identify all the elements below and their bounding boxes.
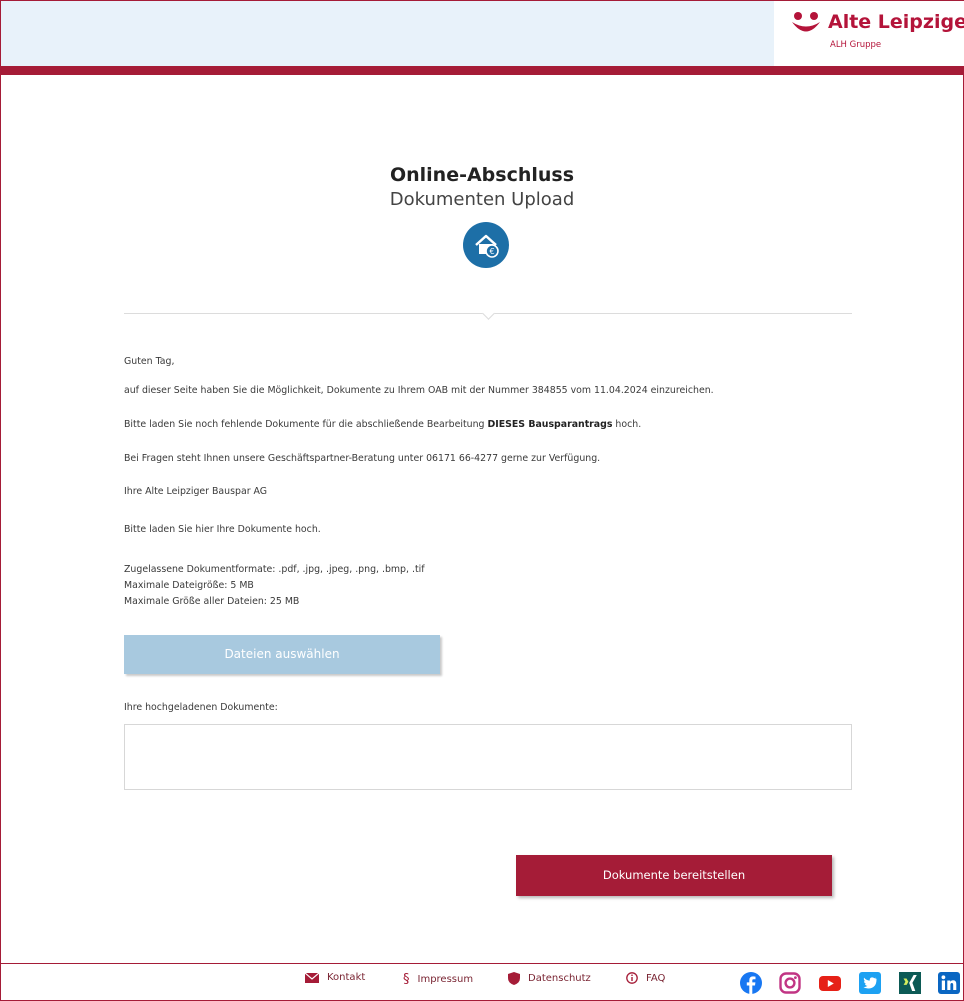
contact-text: Bei Fragen steht Ihnen unsere Geschäftsp… xyxy=(124,453,601,464)
brand-logo[interactable]: Alte Leipziger ALH Gruppe xyxy=(774,1,964,66)
info-icon xyxy=(626,972,638,984)
missing-docs-text: Bitte laden Sie noch fehlende Dokumente … xyxy=(124,419,642,430)
paragraph-icon: § xyxy=(403,972,410,987)
footer-link-impressum[interactable]: § Impressum xyxy=(403,972,473,987)
linkedin-icon[interactable] xyxy=(938,972,960,994)
header-accent-bar xyxy=(1,66,963,75)
page-title: Online-Abschluss xyxy=(389,164,575,186)
uploaded-docs-label: Ihre hochgeladenen Dokumente: xyxy=(124,702,278,713)
allowed-formats-text: Zugelassene Dokumentformate: .pdf, .jpg,… xyxy=(124,564,425,575)
svg-text:€: € xyxy=(489,247,494,256)
footer-link-datenschutz[interactable]: Datenschutz xyxy=(508,972,591,985)
twitter-icon[interactable] xyxy=(859,972,881,994)
footer-divider xyxy=(1,963,963,964)
select-files-button[interactable]: Dateien auswählen xyxy=(124,635,440,674)
greeting-text: Guten Tag, xyxy=(124,356,175,367)
youtube-icon[interactable] xyxy=(819,972,841,994)
footer-link-kontakt[interactable]: Kontakt xyxy=(305,972,365,983)
page-frame xyxy=(0,0,964,1001)
submit-documents-button[interactable]: Dokumente bereitstellen xyxy=(516,855,832,896)
upload-prompt-text: Bitte laden Sie hier Ihre Dokumente hoch… xyxy=(124,524,321,535)
max-total-size-text: Maximale Größe aller Dateien: 25 MB xyxy=(124,596,300,607)
intro-text: auf dieser Seite haben Sie die Möglichke… xyxy=(124,385,714,396)
mail-icon xyxy=(305,972,319,983)
brand-group: ALH Gruppe xyxy=(830,40,882,50)
page-subtitle: Dokumenten Upload xyxy=(389,189,575,210)
alte-leipziger-logo-icon xyxy=(792,12,820,32)
max-file-size-text: Maximale Dateigröße: 5 MB xyxy=(124,580,254,591)
uploaded-docs-list[interactable] xyxy=(124,724,852,790)
facebook-icon[interactable] xyxy=(740,972,762,994)
brand-name: Alte Leipziger xyxy=(828,11,964,33)
contract-emphasis: DIESES Bausparantrags xyxy=(487,419,613,430)
signature-text: Ihre Alte Leipziger Bauspar AG xyxy=(124,486,268,497)
house-euro-icon: € xyxy=(463,222,509,268)
instagram-icon[interactable] xyxy=(779,972,801,994)
footer-link-faq[interactable]: FAQ xyxy=(626,972,665,984)
xing-icon[interactable] xyxy=(899,972,921,994)
shield-icon xyxy=(508,972,520,985)
